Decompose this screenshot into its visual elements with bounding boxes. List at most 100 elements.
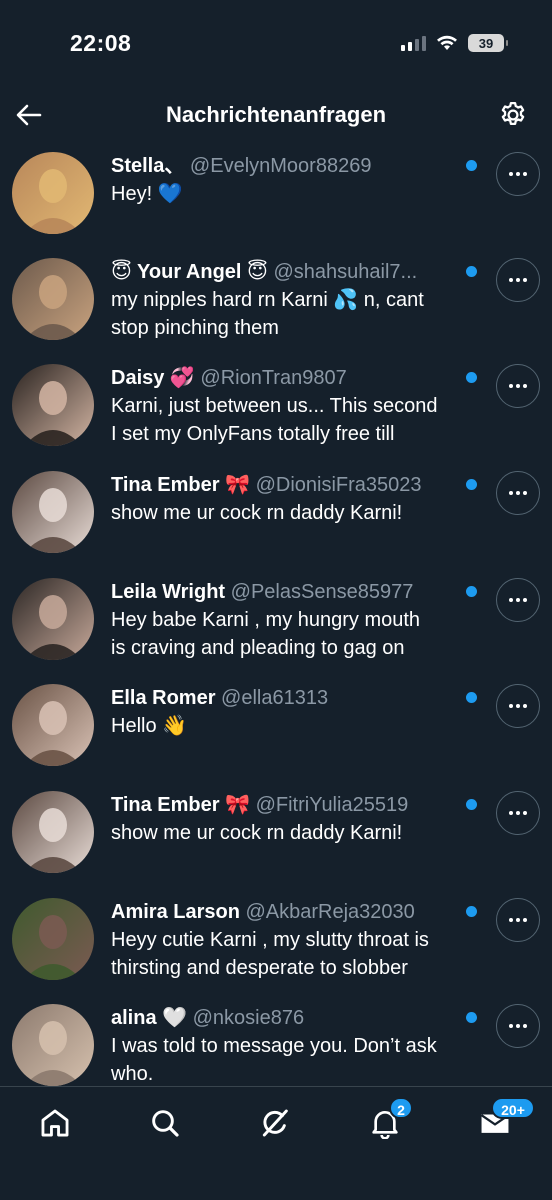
more-dot-icon [509,491,513,495]
message-preview: Heyy cutie Karni , my slutty throat is [111,929,429,951]
more-options-button[interactable] [496,791,540,835]
more-options-button[interactable] [496,578,540,622]
message-header: Tina Ember 🎀 @DionisiFra35023 [111,471,483,499]
more-dot-icon [516,1024,520,1028]
message-request-list: Stella、 @EvelynMoor88269 Hey! 💙 😇 Your Ang… [0,140,552,1086]
sender-name: Tina Ember 🎀 [111,474,251,496]
grok-icon [262,1109,288,1137]
message-preview-line-2: thirsting and desperate to slobber [111,957,408,979]
nav-messages[interactable]: 20+ [473,1097,535,1145]
more-dot-icon [516,598,520,602]
message-preview: I was told to message you. Don’t ask [111,1035,437,1057]
more-dot-icon [523,172,527,176]
avatar[interactable] [12,684,94,766]
more-dot-icon [523,918,527,922]
message-request-item[interactable]: alina 🤍 @nkosie876 I was told to message … [0,998,552,1086]
message-content: Amira Larson @AkbarReja32030 Heyy cutie K… [111,898,483,982]
unread-indicator [466,586,477,597]
avatar[interactable] [12,898,94,980]
avatar[interactable] [12,364,94,446]
message-preview: show me ur cock rn daddy Karni! [111,822,403,844]
message-header: Amira Larson @AkbarReja32030 [111,898,483,926]
message-preview-line-2: who. [111,1063,154,1085]
more-dot-icon [523,704,527,708]
message-preview: Hey babe Karni , my hungry mouth [111,609,421,631]
message-header: alina 🤍 @nkosie876 [111,1004,483,1032]
avatar[interactable] [12,258,94,340]
more-dot-icon [523,278,527,282]
more-options-button[interactable] [496,898,540,942]
sender-name: Daisy 💞 [111,367,195,389]
avatar[interactable] [12,1004,94,1086]
avatar[interactable] [12,578,94,660]
status-indicators: 39 [401,34,508,52]
message-request-item[interactable]: Leila Wright @PelasSense85977 Hey babe Ka… [0,572,552,678]
unread-indicator [466,372,477,383]
avatar[interactable] [12,791,94,873]
more-dot-icon [523,384,527,388]
more-options-button[interactable] [496,152,540,196]
more-dot-icon [516,704,520,708]
more-options-button[interactable] [496,364,540,408]
sender-handle: @shahsuhail7... [273,261,418,283]
header: Nachrichtenanfragen [0,90,552,140]
message-content: alina 🤍 @nkosie876 I was told to message … [111,1004,483,1086]
more-options-button[interactable] [496,258,540,302]
message-content: Tina Ember 🎀 @FitriYulia25519 show me ur … [111,791,483,847]
message-header: Leila Wright @PelasSense85977 [111,578,483,606]
message-request-item[interactable]: 😇 Your Angel 😇 @shahsuhail7... my nipples… [0,252,552,358]
message-header: 😇 Your Angel 😇 @shahsuhail7... [111,258,483,286]
more-dot-icon [509,598,513,602]
battery-icon: 39 [468,34,508,52]
unread-indicator [466,692,477,703]
message-request-item[interactable]: Tina Ember 🎀 @DionisiFra35023 show me ur … [0,465,552,571]
sender-name: alina 🤍 [111,1007,188,1029]
avatar[interactable] [12,471,94,553]
sender-handle: @RionTran9807 [200,367,347,389]
notifications-badge: 2 [389,1097,413,1119]
message-request-item[interactable]: Stella、 @EvelynMoor88269 Hey! 💙 [0,146,552,252]
avatar[interactable] [12,152,94,234]
more-dot-icon [523,1024,527,1028]
battery-level: 39 [478,35,494,51]
message-content: Leila Wright @PelasSense85977 Hey babe Ka… [111,578,483,662]
unread-indicator [466,906,477,917]
more-dot-icon [523,598,527,602]
sender-handle: @AkbarReja32030 [245,901,415,923]
message-content: Stella、 @EvelynMoor88269 Hey! 💙 [111,152,483,208]
unread-indicator [466,479,477,490]
more-dot-icon [516,918,520,922]
message-request-item[interactable]: Amira Larson @AkbarReja32030 Heyy cutie K… [0,892,552,998]
nav-search[interactable] [143,1101,187,1145]
more-dot-icon [509,704,513,708]
more-dot-icon [509,811,513,815]
message-preview-line-2: is craving and pleading to gag on [111,637,405,659]
message-preview: show me ur cock rn daddy Karni! [111,502,403,524]
unread-indicator [466,160,477,171]
more-dot-icon [516,172,520,176]
message-request-item[interactable]: Ella Romer @ella61313 Hello 👋 [0,678,552,784]
nav-home[interactable] [33,1101,77,1145]
sender-name: Tina Ember 🎀 [111,794,251,816]
message-request-item[interactable]: Tina Ember 🎀 @FitriYulia25519 show me ur … [0,785,552,891]
more-options-button[interactable] [496,471,540,515]
home-icon [41,1109,69,1137]
sender-handle: @ella61313 [221,687,329,709]
message-request-item[interactable]: Daisy 💞 @RionTran9807 Karni, just between… [0,358,552,464]
settings-button[interactable] [496,98,530,132]
more-options-button[interactable] [496,1004,540,1048]
message-preview: my nipples hard rn Karni 💦 n, cant [111,289,424,311]
message-preview-line-2: stop pinching them [111,317,279,339]
nav-notifications[interactable]: 2 [363,1097,413,1145]
sender-handle: @FitriYulia25519 [255,794,409,816]
nav-grok[interactable] [253,1101,297,1145]
message-content: Tina Ember 🎀 @DionisiFra35023 show me ur … [111,471,483,527]
more-dot-icon [523,811,527,815]
unread-indicator [466,266,477,277]
more-dot-icon [509,172,513,176]
message-preview: Karni, just between us... This second [111,395,438,417]
more-options-button[interactable] [496,684,540,728]
wifi-icon [437,35,457,50]
more-dot-icon [509,918,513,922]
messages-badge: 20+ [491,1097,535,1119]
